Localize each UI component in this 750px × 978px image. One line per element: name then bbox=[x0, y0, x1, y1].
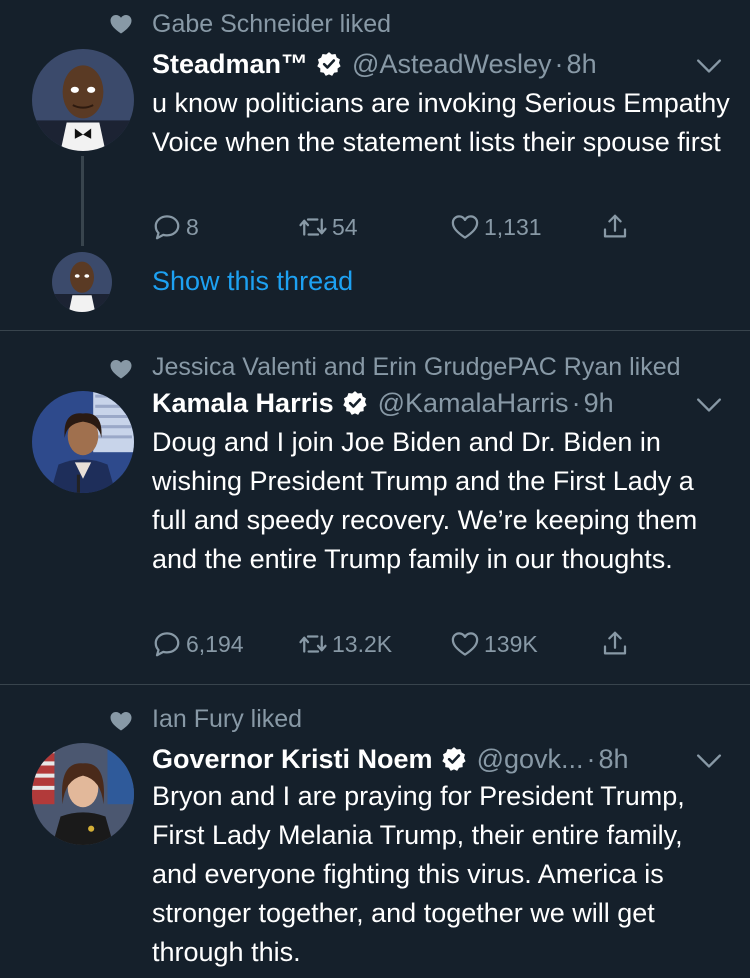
reply-count: 8 bbox=[186, 213, 199, 240]
reply-icon bbox=[152, 212, 182, 242]
thread-avatar-image bbox=[52, 252, 112, 312]
display-name[interactable]: Kamala Harris bbox=[152, 388, 334, 419]
retweet-icon bbox=[298, 212, 328, 242]
liked-context bbox=[108, 357, 134, 381]
timestamp[interactable]: 8h bbox=[599, 744, 629, 775]
reply-button[interactable]: 8 bbox=[152, 212, 199, 242]
share-button[interactable] bbox=[600, 212, 634, 242]
chevron-down-icon[interactable] bbox=[696, 397, 722, 413]
timestamp[interactable]: 8h bbox=[567, 49, 597, 80]
separator-dot: · bbox=[554, 48, 564, 79]
tweet-kamala-harris[interactable]: Jessica Valenti and Erin GrudgePAC Ryan … bbox=[0, 331, 750, 684]
reply-button[interactable]: 6,194 bbox=[152, 629, 244, 659]
separator-dot: · bbox=[586, 743, 596, 774]
like-count: 1,131 bbox=[484, 213, 542, 240]
heart-icon bbox=[108, 709, 134, 733]
like-button[interactable]: 139K bbox=[450, 629, 538, 659]
share-icon bbox=[600, 629, 630, 659]
heart-icon bbox=[108, 12, 134, 36]
user-handle[interactable]: @govk... bbox=[477, 744, 584, 775]
avatar-image bbox=[32, 49, 134, 151]
display-name[interactable]: Steadman™ bbox=[152, 49, 308, 80]
share-button[interactable] bbox=[600, 629, 634, 659]
verified-badge-icon bbox=[316, 51, 342, 77]
tweet-kristi-noem[interactable]: Ian Fury liked Governor Kristi Noem @gov… bbox=[0, 685, 750, 978]
reply-count: 6,194 bbox=[186, 630, 244, 657]
avatar[interactable] bbox=[32, 49, 134, 151]
avatar-image bbox=[32, 743, 134, 845]
user-handle[interactable]: @AsteadWesley bbox=[352, 49, 552, 80]
tweet-header: Governor Kristi Noem @govk... · 8h bbox=[152, 741, 629, 777]
show-thread-link[interactable]: Show this thread bbox=[152, 266, 353, 297]
retweet-icon bbox=[298, 629, 328, 659]
thread-avatar[interactable] bbox=[52, 252, 112, 312]
like-button[interactable]: 1,131 bbox=[450, 212, 542, 242]
liked-by-text: Ian Fury liked bbox=[152, 705, 303, 733]
tweet-text: Doug and I join Joe Biden and Dr. Biden … bbox=[152, 427, 698, 574]
share-icon bbox=[600, 212, 630, 242]
chevron-down-icon[interactable] bbox=[696, 753, 722, 769]
reply-icon bbox=[152, 629, 182, 659]
heart-icon bbox=[108, 357, 134, 381]
tweet-actions: 8 54 1,131 bbox=[152, 212, 652, 252]
tweet-steadman[interactable]: Gabe Schneider liked Steadman™ @AsteadWe… bbox=[0, 0, 750, 330]
verified-badge-icon bbox=[342, 390, 368, 416]
verified-badge-icon bbox=[441, 746, 467, 772]
display-name[interactable]: Governor Kristi Noem bbox=[152, 744, 433, 775]
liked-context bbox=[108, 709, 134, 733]
tweet-header: Steadman™ @AsteadWesley · 8h bbox=[152, 46, 597, 82]
thread-line bbox=[81, 156, 84, 246]
liked-context bbox=[108, 12, 134, 36]
like-icon bbox=[450, 212, 480, 242]
retweet-count: 54 bbox=[332, 213, 358, 240]
liked-by-text: Jessica Valenti and Erin GrudgePAC Ryan … bbox=[152, 353, 681, 381]
tweet-text: u know politicians are invoking Serious … bbox=[152, 88, 730, 157]
retweet-button[interactable]: 13.2K bbox=[298, 629, 392, 659]
avatar-image bbox=[32, 391, 134, 493]
retweet-count: 13.2K bbox=[332, 630, 393, 657]
tweet-actions: 6,194 13.2K 139K bbox=[152, 629, 652, 669]
avatar[interactable] bbox=[32, 391, 134, 493]
like-count: 139K bbox=[484, 630, 538, 657]
timestamp[interactable]: 9h bbox=[584, 388, 614, 419]
user-handle[interactable]: @KamalaHarris bbox=[378, 388, 569, 419]
tweet-header: Kamala Harris @KamalaHarris · 9h bbox=[152, 385, 614, 421]
avatar[interactable] bbox=[32, 743, 134, 845]
chevron-down-icon[interactable] bbox=[696, 58, 722, 74]
liked-by-text: Gabe Schneider liked bbox=[152, 10, 392, 38]
retweet-button[interactable]: 54 bbox=[298, 212, 358, 242]
like-icon bbox=[450, 629, 480, 659]
tweet-text: Bryon and I are praying for President Tr… bbox=[152, 781, 685, 967]
separator-dot: · bbox=[571, 387, 581, 418]
